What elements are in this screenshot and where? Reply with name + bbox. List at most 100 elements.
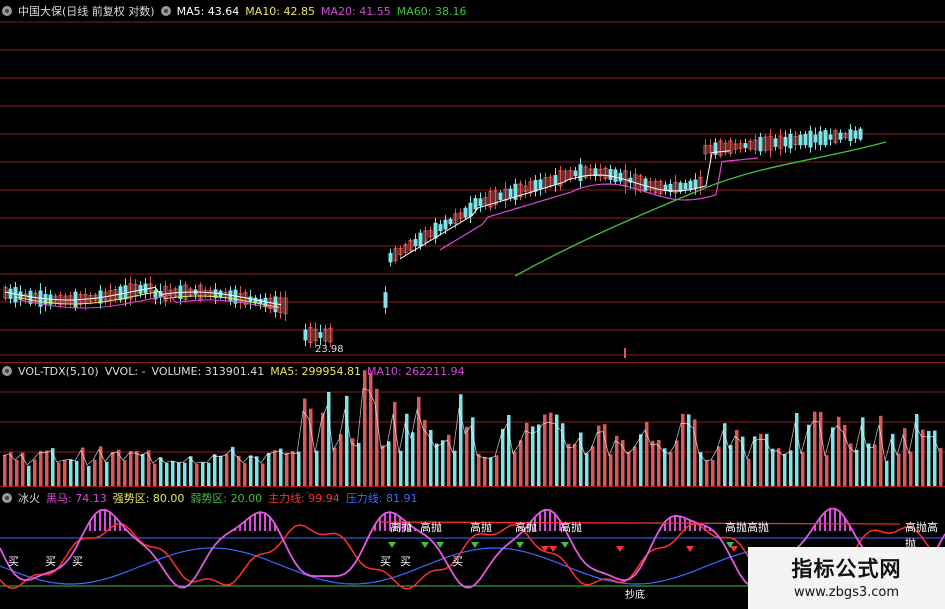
volume-bar: [663, 448, 667, 486]
candle-body: [478, 198, 483, 207]
volume-bar: [87, 465, 91, 486]
candle-body: [438, 224, 443, 232]
candle-body: [573, 170, 578, 177]
volume-bar: [363, 370, 367, 486]
candle-body: [618, 172, 623, 182]
volume-bar: [279, 448, 283, 486]
volume-bar: [921, 429, 925, 486]
volume-bar: [237, 455, 241, 486]
settings-circle-icon[interactable]: [160, 6, 171, 16]
volume-bar: [489, 457, 493, 486]
settings-circle-icon[interactable]: [2, 493, 12, 503]
indicator-header: 冰火 黑马: 74.13 强势区: 80.00 弱势区: 20.00 主力线: …: [2, 489, 424, 507]
volume-bar: [765, 433, 769, 486]
gaopao-signal-label: 高抛高抛: [725, 521, 769, 534]
candle-body: [498, 192, 503, 201]
volume-bar: [615, 435, 619, 486]
green-down-arrow-icon: [388, 542, 396, 548]
volume-bar: [249, 455, 253, 486]
volume-bar: [213, 454, 217, 486]
candle-body: [258, 298, 263, 305]
volume-bar: [597, 425, 601, 486]
volume-bar: [639, 434, 643, 486]
volume-bar: [801, 452, 805, 486]
candle-body: [413, 238, 418, 247]
buy-signal-label: 买: [45, 555, 56, 568]
volume-bar: [495, 455, 499, 486]
volume-bar: [537, 424, 541, 486]
volume-bar: [351, 438, 355, 486]
volume-bar: [177, 462, 181, 486]
green-down-arrow-icon: [561, 542, 569, 548]
candle-body: [678, 182, 683, 192]
volume-bar: [675, 440, 679, 486]
volume-bar: [435, 443, 439, 486]
volume-bar: [651, 440, 655, 486]
candle-body: [468, 202, 473, 217]
green-down-arrow-icon: [516, 542, 524, 548]
candle-body: [538, 179, 543, 190]
volume-bar: [15, 459, 19, 486]
volume-bar: [483, 456, 487, 486]
candle-body: [433, 222, 438, 239]
watermark-url: www.zbgs3.com: [793, 585, 900, 600]
volume-bar: [447, 434, 451, 486]
volume-bar: [939, 448, 943, 486]
vol-ma5-value: MA5: 299954.81: [270, 364, 361, 378]
volume-bar: [45, 450, 49, 486]
volume-bar: [411, 432, 415, 486]
candle-body: [388, 252, 393, 263]
volume-bar: [339, 434, 343, 486]
volume-bar: [267, 452, 271, 486]
candle-body: [818, 131, 823, 145]
candle-body: [803, 133, 808, 146]
volume-bar: [627, 451, 631, 486]
indicator-name: 冰火: [18, 492, 40, 505]
candle-body: [643, 178, 648, 191]
candle-body: [383, 292, 388, 308]
volume-bar: [63, 460, 67, 486]
settings-circle-icon[interactable]: [2, 6, 12, 16]
buy-signal-label: 买: [452, 555, 463, 568]
volume-bar: [591, 446, 595, 486]
buy-signal-label: 买: [380, 555, 391, 568]
volume-bar: [465, 426, 469, 486]
volume-bar: [333, 447, 337, 486]
volume-bar: [39, 450, 43, 486]
vvol-value: VVOL: -: [104, 364, 146, 378]
volume-bar: [75, 461, 79, 486]
settings-circle-icon[interactable]: [2, 366, 12, 376]
volume-bar: [243, 463, 247, 486]
gaopao-signal-label: 高抛: [390, 521, 412, 534]
watermark-title: 指标公式网: [791, 557, 902, 581]
volume-bar: [207, 462, 211, 486]
volume-bar: [777, 448, 781, 486]
vol-ma10-value: MA10: 262211.94: [366, 364, 465, 378]
volume-bar: [729, 445, 733, 486]
candle-body: [683, 182, 688, 190]
candle-body: [773, 138, 778, 147]
volume-bar: [195, 463, 199, 486]
volume-bar: [153, 463, 157, 486]
candlestick-chart[interactable]: [0, 0, 945, 362]
volume-chart-panel[interactable]: VOL-TDX(5,10) VVOL: - VOLUME: 313901.41 …: [0, 362, 945, 486]
candle-body: [443, 219, 448, 230]
volume-bar: [885, 460, 889, 486]
panel-divider: [0, 486, 945, 487]
ma5-line: [399, 150, 731, 260]
volume-bar: [117, 449, 121, 486]
price-header: 中国大保(日线 前复权 对数) MA5: 43.64 MA10: 42.85 M…: [2, 2, 472, 20]
price-chart-panel[interactable]: 中国大保(日线 前复权 对数) MA5: 43.64 MA10: 42.85 M…: [0, 0, 945, 362]
volume-bar: [759, 433, 763, 486]
stock-title: 中国大保(日线 前复权 对数): [18, 5, 155, 18]
volume-bars-chart[interactable]: [0, 362, 945, 486]
volume-bar: [927, 430, 931, 486]
volume-bar: [549, 412, 553, 486]
red-up-arrow-icon: [549, 546, 557, 552]
volume-bar: [123, 460, 127, 486]
volume-bar: [345, 395, 349, 486]
volume-bar: [57, 462, 61, 486]
volume-bar: [315, 450, 319, 486]
volume-bar: [633, 446, 637, 486]
volume-bar: [27, 465, 31, 486]
